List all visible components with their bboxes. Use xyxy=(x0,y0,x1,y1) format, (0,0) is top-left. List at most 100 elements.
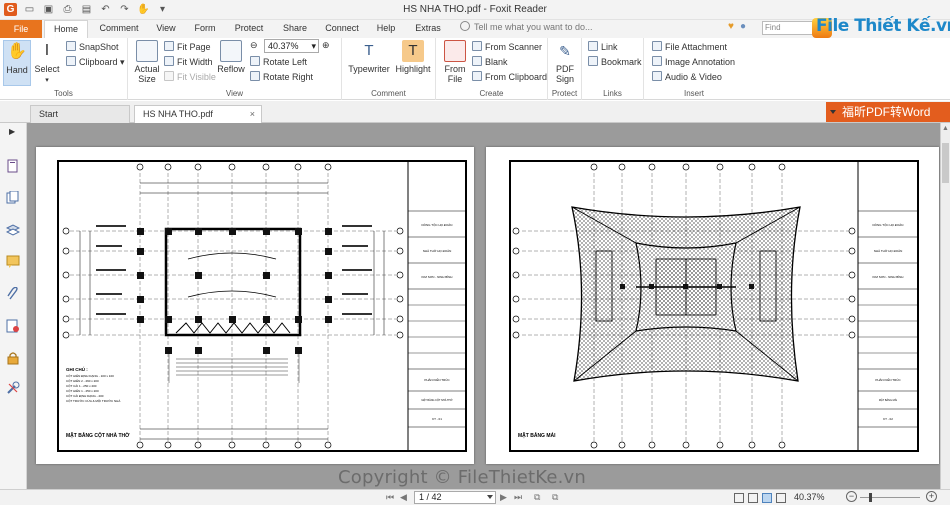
next-page-icon[interactable]: ▶ xyxy=(500,492,507,503)
actual-size-icon xyxy=(136,40,158,62)
signature-icon[interactable] xyxy=(6,319,20,333)
tab-share[interactable]: Share xyxy=(276,20,314,38)
page-number-value: 1 / 42 xyxy=(419,492,442,502)
tab-help[interactable]: Help xyxy=(370,20,402,38)
thumbnails-icon[interactable] xyxy=(6,191,20,205)
rotate-left-button[interactable]: Rotate Left xyxy=(250,55,307,69)
navigation-panel: ▶ xyxy=(0,123,27,489)
ribbon: ✋ Hand Ⅰ Select ▾ SnapShot Clipboard ▾ To… xyxy=(0,38,950,100)
blank-button[interactable]: Blank xyxy=(472,55,508,69)
rotate-right-button[interactable]: Rotate Right xyxy=(250,70,313,84)
clipboard-button[interactable]: Clipboard ▾ xyxy=(66,55,125,69)
expand-panel-icon[interactable]: ▶ xyxy=(9,127,15,136)
zoom-slider-handle[interactable] xyxy=(869,493,872,502)
drawing-note-4: CỘT HIÊN 1 - 250 x 200 xyxy=(66,388,99,393)
document-canvas[interactable]: GHI CHÚ : CỘT HIÊN ĐỊNH DẠNG - 100 x 100… xyxy=(27,123,940,489)
drawing-note-6: CỘT TRƯỚC CỬA & MỘI TRƯỚC NHÀ xyxy=(66,398,120,403)
tab-protect[interactable]: Protect xyxy=(226,20,272,38)
continuous-facing-icon[interactable] xyxy=(776,493,786,503)
tab-home[interactable]: Home xyxy=(44,20,88,39)
tab-connect[interactable]: Connect xyxy=(318,20,366,38)
tab-comment[interactable]: Comment xyxy=(92,20,146,38)
link-icon xyxy=(588,41,598,51)
fit-page-button[interactable]: Fit Page xyxy=(164,40,211,54)
last-page-icon[interactable]: ⏭ xyxy=(514,492,522,503)
facing-page-icon[interactable] xyxy=(762,493,772,503)
from-file-button[interactable]: From File xyxy=(440,40,470,84)
title-block-right-code: KT - 02 xyxy=(883,417,893,421)
tools-icon[interactable] xyxy=(6,381,20,395)
tell-me-box[interactable]: Tell me what you want to do... xyxy=(460,21,593,32)
highlight-button[interactable]: T Highlight xyxy=(394,40,432,74)
group-label-comment: Comment xyxy=(371,89,406,98)
image-annotation-button[interactable]: Image Annotation xyxy=(652,55,735,69)
page-right: MẶT BẰNG MÁI DÒNG TỘC HỌ ĐOÀN NHÀ THỜ HỌ… xyxy=(486,147,939,464)
lock-icon[interactable] xyxy=(6,351,20,365)
heart-icon[interactable]: ♥ xyxy=(728,21,734,32)
tab-form[interactable]: Form xyxy=(186,20,224,38)
actual-size-label-1: Actual xyxy=(134,64,160,74)
fit-visible-button[interactable]: Fit Visible xyxy=(164,70,216,84)
group-label-view: View xyxy=(225,89,244,98)
pdf-to-word-button[interactable]: 福昕PDF转Word xyxy=(826,102,950,122)
zoom-in-icon[interactable]: ⊕ xyxy=(322,38,330,52)
zoom-in-button[interactable]: + xyxy=(926,491,937,502)
user-icon[interactable]: ● xyxy=(740,21,746,32)
snapshot-label: SnapShot xyxy=(79,42,119,52)
group-tools: ✋ Hand Ⅰ Select ▾ SnapShot Clipboard ▾ To… xyxy=(0,38,128,100)
zoom-select[interactable]: 40.37% ▾ xyxy=(264,39,319,53)
close-icon[interactable]: × xyxy=(250,106,255,123)
reflow-icon xyxy=(220,40,242,62)
fit-width-button[interactable]: Fit Width xyxy=(164,55,213,69)
audio-video-button[interactable]: Audio & Video xyxy=(652,70,722,84)
first-page-icon[interactable]: ⏮ xyxy=(386,492,394,503)
scroll-up-icon[interactable]: ▲ xyxy=(942,125,949,132)
rotate-left-icon xyxy=(250,56,260,66)
tab-file[interactable]: File xyxy=(0,20,42,38)
hand-button[interactable]: ✋ Hand xyxy=(3,40,31,86)
single-page-icon[interactable] xyxy=(734,493,744,503)
layers-icon[interactable] xyxy=(6,223,20,237)
previous-page-icon[interactable]: ◀ xyxy=(400,492,407,503)
from-scanner-button[interactable]: From Scanner xyxy=(472,40,542,54)
from-clipboard-button[interactable]: From Clipboard xyxy=(472,70,547,84)
rotate-left-label: Rotate Left xyxy=(263,57,308,67)
tab-extras[interactable]: Extras xyxy=(408,20,448,38)
next-view-icon[interactable]: ⧉ xyxy=(552,492,558,503)
zoom-out-button[interactable]: − xyxy=(846,491,857,502)
zoom-out-icon[interactable]: ⊖ xyxy=(250,38,258,52)
file-attachment-label: File Attachment xyxy=(665,42,728,52)
page-number-field[interactable]: 1 / 42 xyxy=(414,491,496,504)
drawing-title-right: MẶT BẰNG MÁI xyxy=(518,431,556,439)
tab-start[interactable]: Start xyxy=(30,105,130,123)
attachments-icon[interactable] xyxy=(6,287,20,301)
comments-icon[interactable] xyxy=(6,255,20,269)
group-links: Link Bookmark Links xyxy=(582,38,644,100)
pages-icon[interactable] xyxy=(6,159,20,173)
snapshot-button[interactable]: SnapShot xyxy=(66,40,119,54)
actual-size-button[interactable]: Actual Size xyxy=(132,40,162,84)
bookmark-button[interactable]: Bookmark xyxy=(588,55,642,69)
previous-view-icon[interactable]: ⧉ xyxy=(534,492,540,503)
drawing-note-2: CỘT HIÊN 2 - 260 x 200 xyxy=(66,378,99,383)
typewriter-button[interactable]: T Typewriter xyxy=(346,40,392,74)
pdf-file-icon xyxy=(444,40,466,62)
select-button[interactable]: Ⅰ Select ▾ xyxy=(33,40,61,84)
tab-view[interactable]: View xyxy=(148,20,184,38)
tab-document[interactable]: HS NHA THO.pdf × xyxy=(134,105,262,124)
link-button[interactable]: Link xyxy=(588,40,618,54)
vertical-scrollbar[interactable]: ▲ xyxy=(940,123,950,489)
scanner-icon xyxy=(472,41,482,51)
title-block-left-sheet: MẶT BẰNG CỘT NHÀ THỜ xyxy=(421,399,453,402)
zoom-slider[interactable] xyxy=(860,493,920,502)
zoom-select-value: 40.37% xyxy=(268,41,299,51)
reflow-button[interactable]: Reflow xyxy=(216,40,246,74)
continuous-page-icon[interactable] xyxy=(748,493,758,503)
roof-plan-drawing: MẶT BẰNG MÁI DÒNG TỘC HỌ ĐOÀN NHÀ THỜ HỌ… xyxy=(509,160,919,452)
title-block-left-1: NHÀ THỜ HỌ ĐOÀN xyxy=(423,248,452,253)
pdf-sign-button[interactable]: ✎ PDF Sign xyxy=(550,40,580,84)
scrollbar-thumb[interactable] xyxy=(942,143,949,183)
group-label-insert: Insert xyxy=(683,89,704,98)
file-attachment-button[interactable]: File Attachment xyxy=(652,40,727,54)
hand-label: Hand xyxy=(6,65,28,75)
